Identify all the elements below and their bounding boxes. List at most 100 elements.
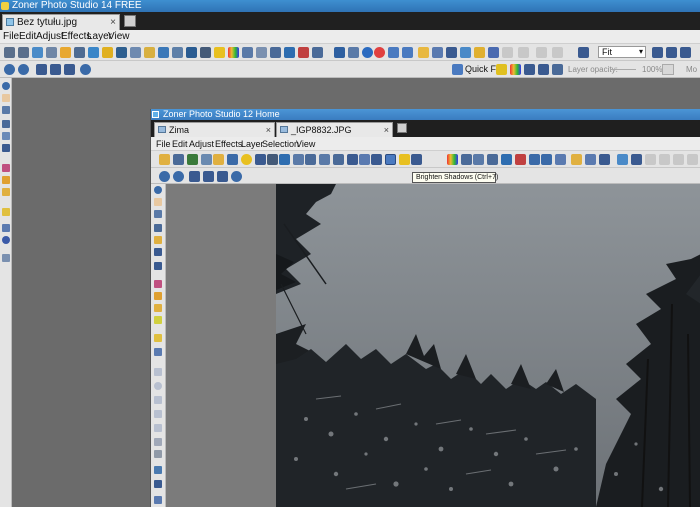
quick-sharpen-icon[interactable] xyxy=(538,64,549,75)
split-view-icon[interactable] xyxy=(680,47,691,58)
copy-icon[interactable] xyxy=(460,47,471,58)
tool-brush-icon[interactable] xyxy=(2,208,10,216)
zoom-in-icon[interactable] xyxy=(4,64,15,75)
contrast-icon[interactable] xyxy=(293,154,304,165)
menu-file[interactable]: File xyxy=(156,138,171,150)
info-icon[interactable] xyxy=(362,47,373,58)
zoom-width-icon[interactable] xyxy=(64,64,75,75)
tool-straighten-icon[interactable] xyxy=(2,120,10,128)
menu-view[interactable]: View xyxy=(296,138,315,150)
hdr-icon[interactable] xyxy=(242,47,253,58)
rainbow-icon[interactable] xyxy=(228,47,239,58)
layer-opacity-slider[interactable] xyxy=(610,69,636,70)
auto-enhance-icon[interactable] xyxy=(241,154,252,165)
redo-arrow-icon[interactable] xyxy=(552,47,563,58)
tab-bez-tytulu[interactable]: Bez tytułu.jpg × xyxy=(2,14,120,30)
tool-select-icon[interactable] xyxy=(2,224,10,232)
tool-magic-wand-icon[interactable] xyxy=(154,410,162,418)
curves-icon[interactable] xyxy=(144,47,155,58)
tool-zoom-icon[interactable] xyxy=(154,186,162,194)
photo-canvas[interactable] xyxy=(276,184,700,507)
menu-view[interactable]: View xyxy=(108,31,130,43)
full-screen-icon[interactable] xyxy=(666,47,677,58)
tool-resize-icon[interactable] xyxy=(154,236,162,244)
quick-adjust-icon[interactable] xyxy=(552,64,563,75)
tool-redeye-icon[interactable] xyxy=(2,164,10,172)
menu-edit[interactable]: Edit xyxy=(172,138,188,150)
menu-edit[interactable]: Edit xyxy=(19,31,36,43)
enhance-icon[interactable] xyxy=(102,47,113,58)
menu-adjust[interactable]: Adjust xyxy=(36,31,64,43)
text-icon[interactable] xyxy=(487,154,498,165)
close-tab-icon[interactable]: × xyxy=(266,123,271,137)
crop-icon[interactable] xyxy=(46,47,57,58)
canvas-icon[interactable] xyxy=(74,47,85,58)
print-icon[interactable] xyxy=(32,47,43,58)
text-t-icon[interactable] xyxy=(213,154,224,165)
drop-icon[interactable] xyxy=(186,47,197,58)
tool-stamp-icon[interactable] xyxy=(2,188,10,196)
zoom-out-icon[interactable] xyxy=(18,64,29,75)
opacity-stepper[interactable] xyxy=(662,64,674,75)
menu-effects[interactable]: Effects xyxy=(215,138,242,150)
back-icon[interactable] xyxy=(502,47,513,58)
redo-icon[interactable] xyxy=(402,47,413,58)
menu-layer[interactable]: Layer xyxy=(241,138,264,150)
frame-icon[interactable] xyxy=(256,47,267,58)
tool-crop-icon[interactable] xyxy=(154,210,162,218)
text-icon[interactable] xyxy=(270,47,281,58)
tool-lasso-icon[interactable] xyxy=(154,396,162,404)
new-tab-icon[interactable] xyxy=(397,123,407,133)
undo-arrow-icon[interactable] xyxy=(536,47,547,58)
arrow-tool-icon[interactable] xyxy=(334,47,345,58)
menu-adjust[interactable]: Adjust xyxy=(189,138,214,150)
crop-icon[interactable] xyxy=(173,154,184,165)
zoom-in-icon[interactable] xyxy=(159,171,170,182)
fill-light-icon[interactable] xyxy=(371,154,382,165)
clone-icon[interactable] xyxy=(312,47,323,58)
open-icon[interactable] xyxy=(159,154,170,165)
bulb-icon[interactable] xyxy=(214,47,225,58)
new-tab-icon[interactable] xyxy=(124,15,136,27)
resize-icon[interactable] xyxy=(319,154,330,165)
tool-select-rect-icon[interactable] xyxy=(154,368,162,376)
quick-color-icon[interactable] xyxy=(510,64,521,75)
tool-grid-icon[interactable] xyxy=(154,248,162,256)
shadows-icon[interactable] xyxy=(347,154,358,165)
brightness-icon[interactable] xyxy=(279,154,290,165)
sharpen-icon[interactable] xyxy=(187,154,198,165)
print-icon[interactable] xyxy=(555,154,566,165)
tool-redeye-icon[interactable] xyxy=(154,280,162,288)
tool-lasso-icon[interactable] xyxy=(2,236,10,244)
open-folder-icon[interactable] xyxy=(418,47,429,58)
zoom-fit-icon[interactable] xyxy=(189,171,200,182)
highlights-icon[interactable] xyxy=(359,154,370,165)
canvas-icon[interactable] xyxy=(333,154,344,165)
forward-icon[interactable] xyxy=(518,47,529,58)
undo-icon[interactable] xyxy=(388,47,399,58)
color-icon[interactable] xyxy=(158,47,169,58)
brighten-shadows-icon[interactable] xyxy=(385,154,396,165)
effects-icon[interactable] xyxy=(284,47,295,58)
tab-zima[interactable]: Zima × xyxy=(154,122,275,137)
zoom-fit-icon[interactable] xyxy=(36,64,47,75)
quick-levels-icon[interactable] xyxy=(524,64,535,75)
tool-zoom-icon[interactable] xyxy=(2,82,10,90)
zoom-select[interactable]: Fit ▾ xyxy=(598,46,646,58)
save-icon[interactable] xyxy=(4,47,15,58)
redo-icon[interactable] xyxy=(541,154,552,165)
quick-fix-icon[interactable] xyxy=(452,64,463,75)
levels-icon[interactable] xyxy=(201,154,212,165)
delete-icon[interactable] xyxy=(374,47,385,58)
move-icon[interactable] xyxy=(348,47,359,58)
printer-icon[interactable] xyxy=(599,154,610,165)
printer-icon[interactable] xyxy=(446,47,457,58)
levels-icon[interactable] xyxy=(130,47,141,58)
zoom-100-icon[interactable] xyxy=(50,64,61,75)
tool-retouch-icon[interactable] xyxy=(154,292,162,300)
actual-size-icon[interactable] xyxy=(652,47,663,58)
tool-crop-icon[interactable] xyxy=(2,106,10,114)
tool-select-ellipse-icon[interactable] xyxy=(154,382,162,390)
zoom-out-icon[interactable] xyxy=(173,171,184,182)
tool-eraser-icon[interactable] xyxy=(154,348,162,356)
